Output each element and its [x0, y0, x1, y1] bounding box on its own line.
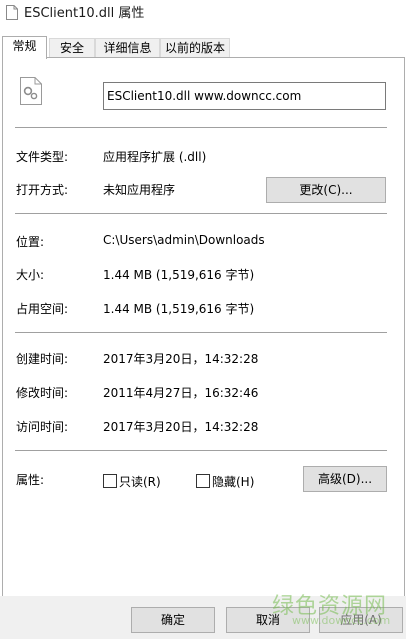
tab-general[interactable]: 常规	[2, 36, 47, 59]
apply-button[interactable]: 应用(A)	[319, 607, 403, 633]
location-value: C:\Users\admin\Downloads	[103, 233, 265, 247]
title-bar: ESClient10.dll 属性	[0, 0, 406, 30]
separator	[15, 127, 387, 128]
dll-file-icon	[20, 77, 42, 105]
advanced-button[interactable]: 高级(D)...	[303, 466, 387, 492]
readonly-label: 只读(R)	[119, 475, 161, 489]
separator	[15, 450, 387, 451]
file-type-label: 文件类型:	[16, 150, 69, 164]
checkbox-box[interactable]	[196, 474, 210, 488]
size-on-disk-label: 占用空间:	[16, 302, 69, 316]
window-title: ESClient10.dll 属性	[24, 6, 145, 21]
size-on-disk-value: 1.44 MB (1,519,616 字节)	[103, 302, 255, 316]
location-label: 位置:	[16, 235, 45, 249]
attributes-label: 属性:	[16, 473, 45, 487]
created-value: 2017年3月20日，14:32:28	[103, 352, 259, 366]
open-with-label: 打开方式:	[16, 183, 69, 197]
tab-previous-versions[interactable]: 以前的版本	[160, 38, 230, 58]
file-type-value: 应用程序扩展 (.dll)	[103, 150, 207, 164]
general-panel	[2, 57, 405, 597]
tab-details[interactable]: 详细信息	[95, 38, 160, 58]
hidden-label: 隐藏(H)	[212, 475, 255, 489]
modified-label: 修改时间:	[16, 386, 69, 400]
tab-strip: 常规 安全 详细信息 以前的版本	[0, 36, 406, 59]
separator	[15, 213, 387, 214]
checkbox-box[interactable]	[103, 474, 117, 488]
size-value: 1.44 MB (1,519,616 字节)	[103, 268, 255, 282]
ok-button[interactable]: 确定	[131, 607, 215, 633]
created-label: 创建时间:	[16, 352, 69, 366]
accessed-value: 2017年3月20日，14:32:28	[103, 420, 259, 434]
cancel-button[interactable]: 取消	[226, 607, 310, 633]
file-name-field[interactable]: ESClient10.dll www.downcc.com	[103, 82, 386, 110]
size-label: 大小:	[16, 268, 45, 282]
open-with-value: 未知应用程序	[103, 183, 176, 197]
accessed-label: 访问时间:	[16, 420, 69, 434]
modified-value: 2011年4月27日，16:32:46	[103, 386, 259, 400]
separator	[15, 332, 387, 333]
change-button[interactable]: 更改(C)...	[266, 177, 386, 203]
file-icon	[6, 5, 18, 20]
tab-security[interactable]: 安全	[49, 38, 95, 58]
